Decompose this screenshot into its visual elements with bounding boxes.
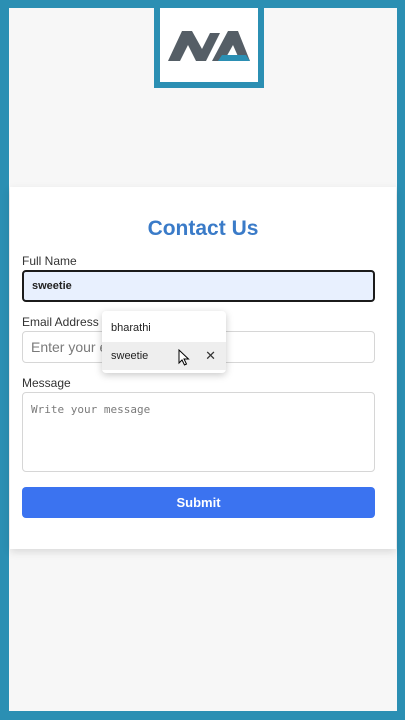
mouse-cursor-icon (178, 349, 190, 366)
form-title: Contact Us (147, 217, 259, 240)
logo-frame (154, 8, 264, 88)
message-label: Message (22, 376, 71, 390)
contact-form: Contact Us Full Name Email Address Messa… (10, 187, 396, 549)
email-label: Email Address (22, 315, 99, 329)
page-background: Contact Us Full Name Email Address Messa… (9, 8, 397, 711)
submit-button[interactable]: Submit (22, 487, 375, 518)
autocomplete-dropdown: bharathi sweetie ✕ (102, 311, 226, 373)
full-name-input[interactable] (22, 270, 375, 302)
autocomplete-item-label: sweetie (111, 350, 149, 362)
close-icon[interactable]: ✕ (205, 342, 216, 370)
autocomplete-item[interactable]: bharathi (102, 314, 226, 342)
logo (160, 8, 258, 82)
message-textarea[interactable] (22, 392, 375, 472)
autocomplete-item-label: bharathi (111, 322, 151, 334)
full-name-label: Full Name (22, 254, 77, 268)
ma-logo-icon (168, 31, 250, 61)
autocomplete-item[interactable]: sweetie ✕ (102, 342, 226, 370)
